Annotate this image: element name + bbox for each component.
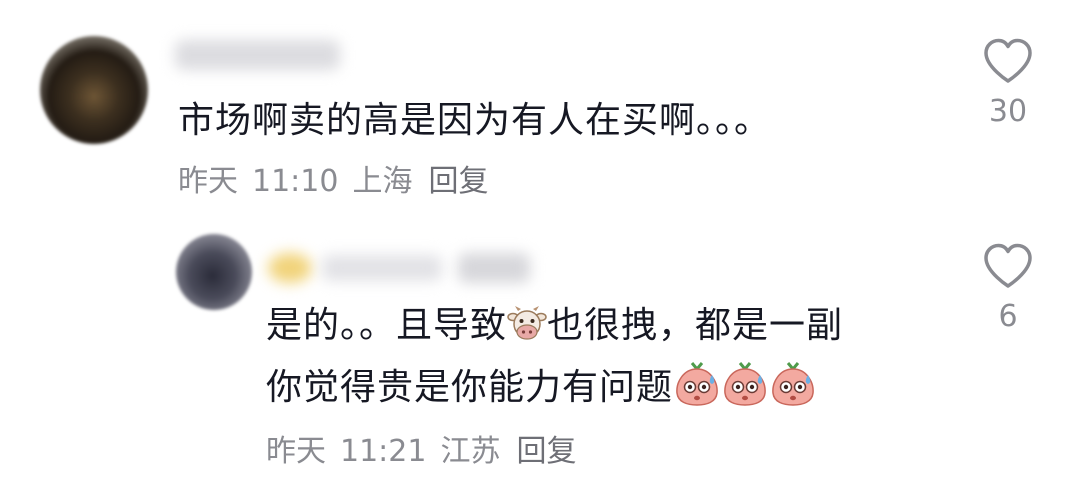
like-button[interactable]: 6 [978,243,1038,335]
sweating-peach-face-emoji-icon [769,361,817,423]
comment-meta: 昨天 11:21 江苏 回复 [266,432,576,472]
comment-time: 11:10 [252,164,339,199]
comment-date: 昨天 [178,164,238,199]
sweating-peach-face-emoji-icon [721,361,769,423]
comment-time: 11:21 [340,434,427,469]
comment-date: 昨天 [266,434,326,469]
username-blurred [458,253,530,283]
comment-location: 江苏 [440,434,501,469]
heart-icon [984,243,1032,288]
cow-face-emoji-icon [507,305,547,361]
comment-text: 市场啊卖的高是因为有人在买啊。。。 [178,100,772,141]
comment-text-part: 也很拽，都是一副 [547,305,844,346]
avatar[interactable] [176,234,252,310]
reply-button[interactable]: 回复 [428,164,488,199]
comment-text-part: 你觉得贵是你能力有问题 [266,367,674,408]
comment-text-line-1: 是的。。且导致 也很拽，都是一副 [266,299,843,361]
like-count: 30 [988,94,1028,129]
comment-text-line-2: 你觉得贵是你能力有问题 [266,361,817,423]
username-blurred[interactable] [175,40,340,70]
username-blurred[interactable] [268,253,312,283]
avatar[interactable] [40,36,148,144]
comment-meta: 昨天 11:10 上海 回复 [178,162,488,202]
comment-text-part: 是的。。且导致 [266,305,508,346]
reply-button[interactable]: 回复 [516,434,576,469]
like-count: 6 [998,299,1018,334]
like-button[interactable]: 30 [978,38,1038,130]
heart-icon [984,38,1032,83]
sweating-peach-face-emoji-icon [673,361,721,423]
username-blurred [322,255,442,281]
comment-location: 上海 [352,164,413,199]
